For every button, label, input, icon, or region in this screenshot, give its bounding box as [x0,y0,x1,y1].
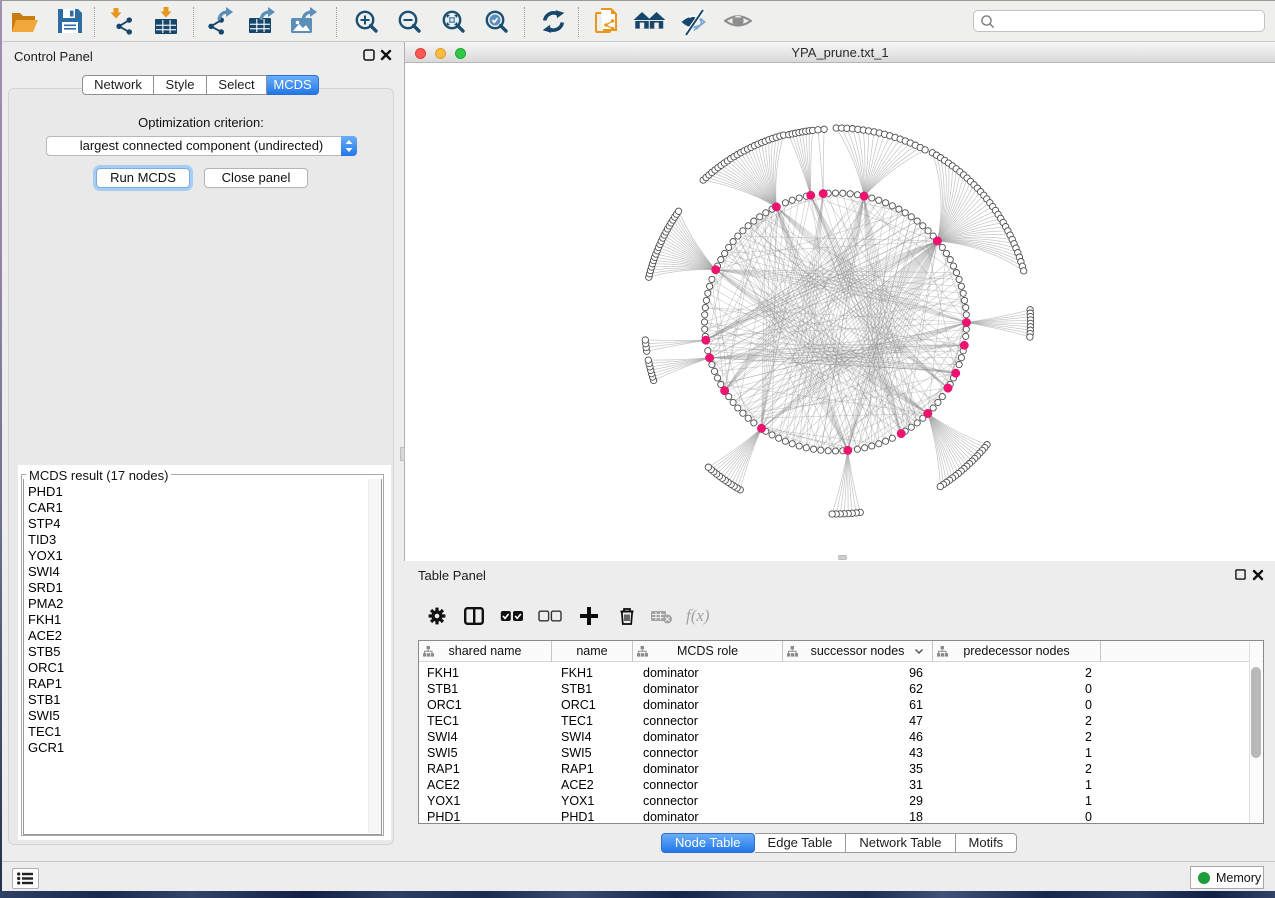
svg-text:f(x): f(x) [686,607,710,625]
